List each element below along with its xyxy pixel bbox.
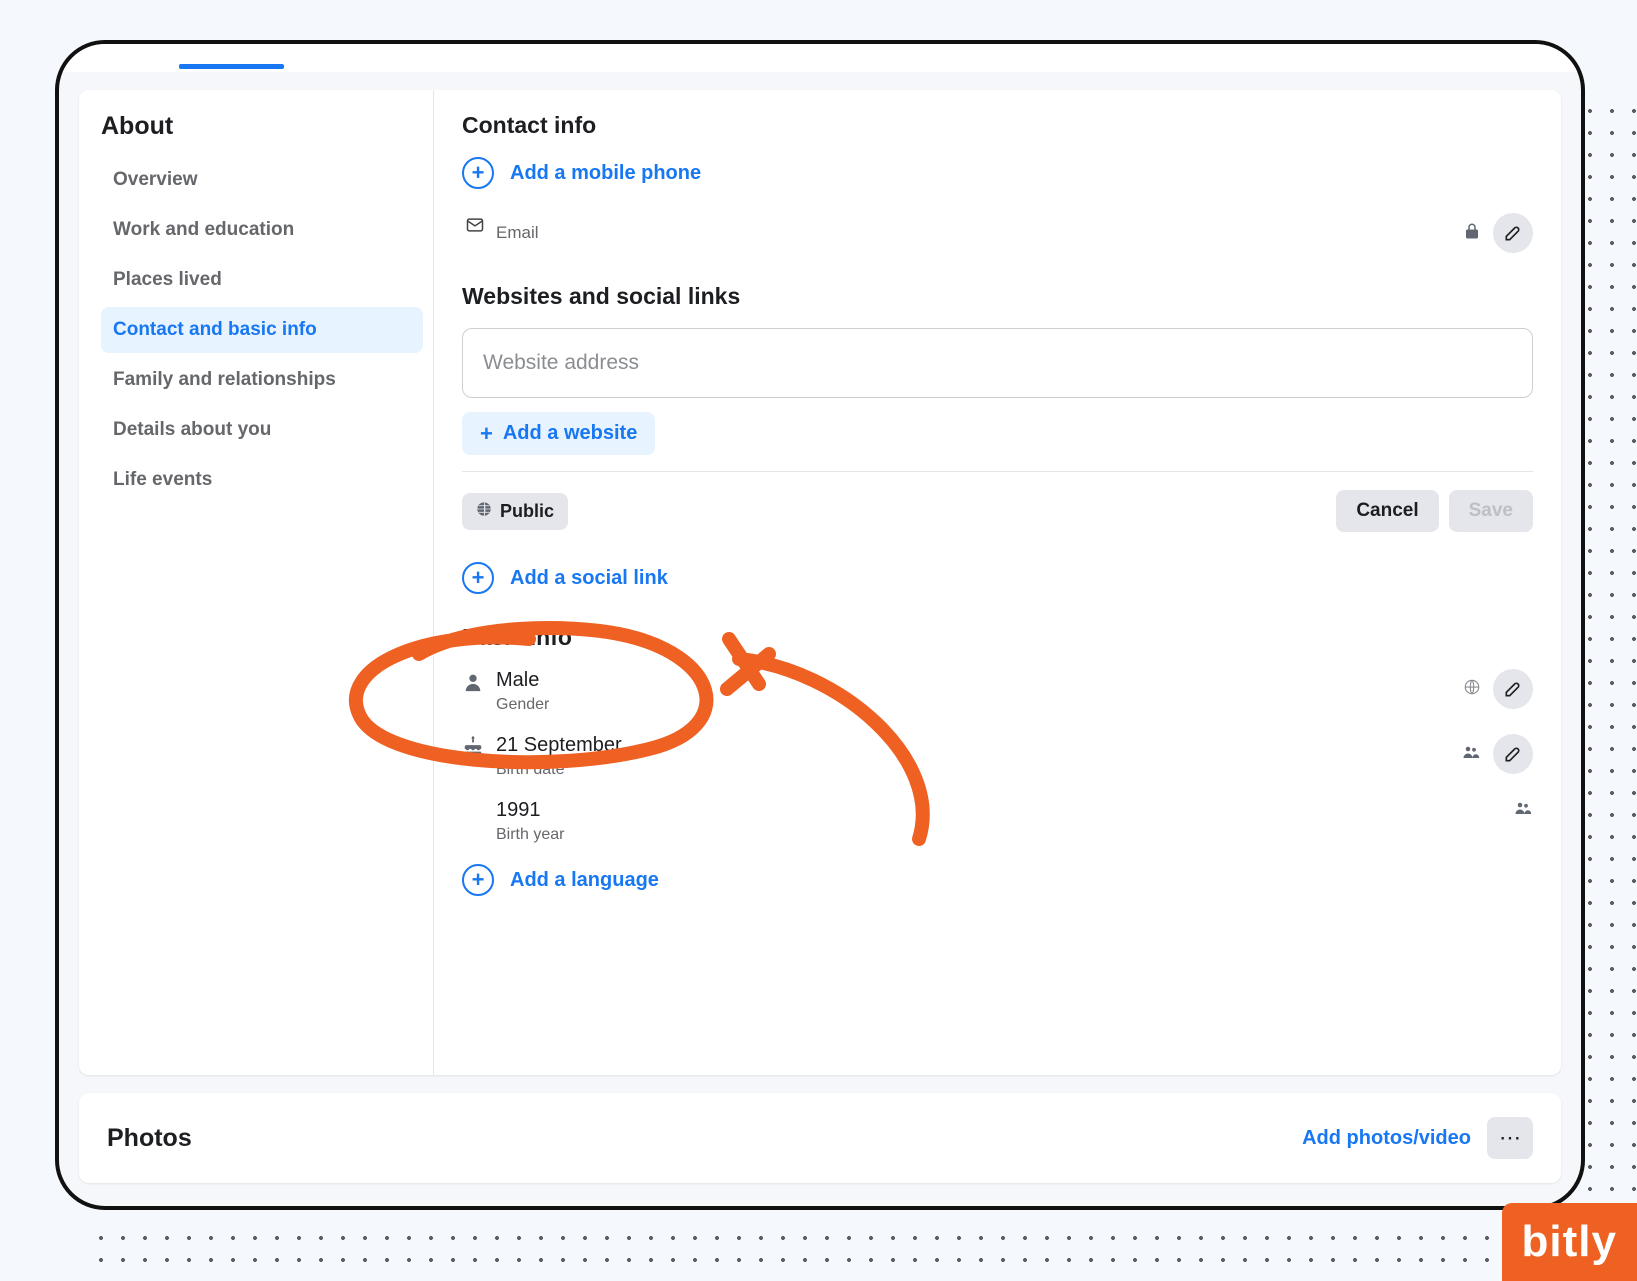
birth-date-label: Birth date [496, 761, 1461, 779]
sidebar-item-overview[interactable]: Overview [101, 157, 423, 203]
sidebar-item-details-about-you[interactable]: Details about you [101, 407, 423, 453]
add-mobile-phone-link[interactable]: + Add a mobile phone [462, 157, 1533, 189]
birth-year-value: 1991 [496, 799, 1513, 822]
save-button: Save [1449, 490, 1533, 532]
sidebar-item-contact-basic-info[interactable]: Contact and basic info [101, 307, 423, 353]
gender-label: Gender [496, 696, 1463, 714]
add-website-button[interactable]: + Add a website [462, 412, 655, 455]
email-label: Email [496, 223, 1463, 243]
email-row: Email [462, 213, 1533, 253]
globe-icon[interactable] [1463, 678, 1481, 701]
about-card: About Overview Work and education Places… [79, 90, 1561, 1075]
websites-heading: Websites and social links [462, 283, 1533, 310]
add-mobile-phone-label: Add a mobile phone [510, 162, 701, 185]
cancel-button[interactable]: Cancel [1336, 490, 1438, 532]
lock-icon[interactable] [1463, 222, 1481, 245]
plus-circle-icon: + [462, 562, 494, 594]
profile-tab-bar [59, 44, 1581, 72]
decor-speckles-bottom [90, 1227, 1590, 1271]
edit-birth-date-button[interactable] [1493, 734, 1533, 774]
plus-icon: + [480, 423, 493, 445]
birth-date-value: 21 September [496, 734, 1461, 757]
photos-card: Photos Add photos/video ⋯ [79, 1093, 1561, 1183]
birth-year-row: 1991 Birth year [462, 799, 1533, 844]
active-tab-indicator [179, 64, 284, 69]
person-icon [462, 671, 496, 699]
gender-row: Male Gender [462, 669, 1533, 714]
birth-year-label: Birth year [496, 826, 1513, 844]
add-language-link[interactable]: + Add a language [462, 864, 1533, 896]
add-website-label: Add a website [503, 422, 637, 445]
sidebar-item-family-relationships[interactable]: Family and relationships [101, 357, 423, 403]
add-social-link[interactable]: + Add a social link [462, 562, 1533, 594]
contact-info-heading: Contact info [462, 112, 1533, 139]
sidebar-title: About [101, 112, 423, 141]
friends-icon[interactable] [1461, 743, 1481, 766]
edit-email-button[interactable] [1493, 213, 1533, 253]
globe-icon [476, 501, 492, 522]
basic-info-heading: Basic info [462, 624, 1533, 651]
website-action-bar: Public Cancel Save [462, 490, 1533, 532]
sidebar-item-life-events[interactable]: Life events [101, 457, 423, 503]
divider [462, 471, 1533, 472]
birth-date-row: 21 September Birth date [462, 734, 1533, 779]
about-main-panel: Contact info + Add a mobile phone Email [434, 90, 1561, 1075]
cake-icon [462, 736, 496, 764]
website-address-input[interactable] [462, 328, 1533, 398]
edit-gender-button[interactable] [1493, 669, 1533, 709]
about-sidebar: About Overview Work and education Places… [79, 90, 434, 1075]
friends-icon[interactable] [1513, 799, 1533, 822]
bitly-badge: bitly [1502, 1203, 1637, 1281]
plus-circle-icon: + [462, 864, 494, 896]
gender-value: Male [496, 669, 1463, 692]
browser-frame: About Overview Work and education Places… [55, 40, 1585, 1210]
photos-heading: Photos [107, 1124, 192, 1153]
plus-circle-icon: + [462, 157, 494, 189]
privacy-label: Public [500, 501, 554, 522]
email-icon [462, 215, 496, 241]
add-language-label: Add a language [510, 869, 659, 892]
add-photos-link[interactable]: Add photos/video [1302, 1127, 1471, 1150]
sidebar-item-places-lived[interactable]: Places lived [101, 257, 423, 303]
sidebar-item-work-education[interactable]: Work and education [101, 207, 423, 253]
add-social-link-label: Add a social link [510, 567, 668, 590]
privacy-selector[interactable]: Public [462, 493, 568, 530]
photos-more-button[interactable]: ⋯ [1487, 1117, 1533, 1159]
